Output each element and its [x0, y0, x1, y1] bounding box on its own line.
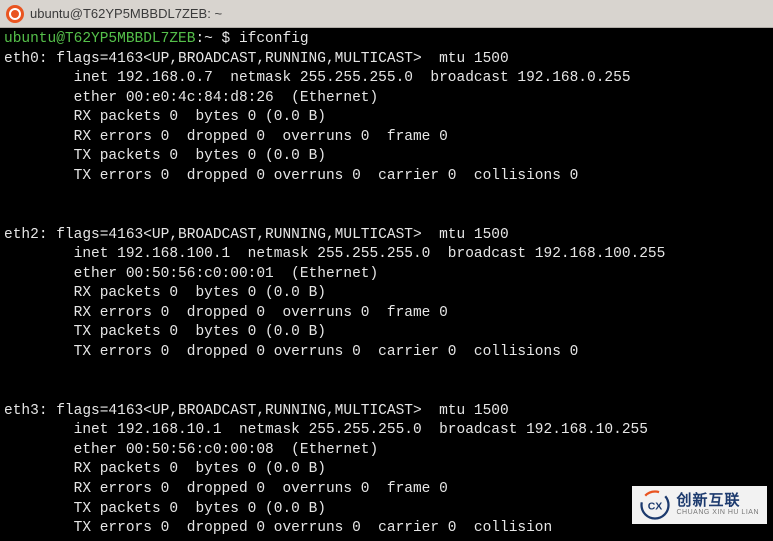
window-title: ubuntu@T62YP5MBBDL7ZEB: ~: [30, 6, 222, 21]
iface-tx-errors: TX errors 0 dropped 0 overruns 0 carrier…: [74, 168, 579, 184]
iface-rx-packets: RX packets 0 bytes 0 (0.0 B): [74, 109, 326, 125]
iface-rx-errors: RX errors 0 dropped 0 overruns 0 frame 0: [74, 129, 448, 145]
iface-tx-packets: TX packets 0 bytes 0 (0.0 B): [74, 148, 326, 164]
watermark-logo-icon: CX: [640, 490, 670, 520]
iface-rx-errors: RX errors 0 dropped 0 overruns 0 frame 0: [74, 305, 448, 321]
watermark-text-main: 创新互联: [676, 493, 759, 510]
ubuntu-icon: [6, 5, 24, 23]
iface-rx-packets: RX packets 0 bytes 0 (0.0 B): [74, 285, 326, 301]
svg-text:CX: CX: [648, 501, 663, 513]
window-titlebar[interactable]: ubuntu@T62YP5MBBDL7ZEB: ~: [0, 0, 773, 28]
iface-inet: inet 192.168.0.7 netmask 255.255.255.0 b…: [74, 70, 631, 86]
iface-ether: ether 00:e0:4c:84:d8:26 (Ethernet): [74, 90, 379, 106]
prompt-separator: :: [195, 31, 204, 47]
iface-ether: ether 00:50:56:c0:00:01 (Ethernet): [74, 266, 379, 282]
iface-name: eth2: [4, 227, 39, 243]
iface-flags: flags=4163<UP,BROADCAST,RUNNING,MULTICAS…: [56, 51, 508, 67]
iface-tx-errors: TX errors 0 dropped 0 overruns 0 carrier…: [74, 520, 553, 536]
iface-tx-packets: TX packets 0 bytes 0 (0.0 B): [74, 324, 326, 340]
iface-ether: ether 00:50:56:c0:00:08 (Ethernet): [74, 442, 379, 458]
interface-block: eth2: flags=4163<UP,BROADCAST,RUNNING,MU…: [4, 226, 769, 363]
terminal-output[interactable]: ubuntu@T62YP5MBBDL7ZEB:~ $ ifconfig eth0…: [0, 28, 773, 541]
iface-rx-packets: RX packets 0 bytes 0 (0.0 B): [74, 461, 326, 477]
iface-inet: inet 192.168.100.1 netmask 255.255.255.0…: [74, 246, 666, 262]
iface-flags: flags=4163<UP,BROADCAST,RUNNING,MULTICAS…: [56, 403, 508, 419]
prompt-path: ~: [204, 31, 213, 47]
iface-name: eth0: [4, 51, 39, 67]
interface-block: eth0: flags=4163<UP,BROADCAST,RUNNING,MU…: [4, 50, 769, 187]
iface-name: eth3: [4, 403, 39, 419]
command-text: ifconfig: [239, 31, 309, 47]
watermark: CX 创新互联 CHUANG XIN HU LIAN: [632, 486, 767, 524]
prompt-user: ubuntu@T62YP5MBBDL7ZEB: [4, 31, 195, 47]
iface-inet: inet 192.168.10.1 netmask 255.255.255.0 …: [74, 422, 648, 438]
prompt-symbol: $: [222, 31, 231, 47]
iface-rx-errors: RX errors 0 dropped 0 overruns 0 frame 0: [74, 481, 448, 497]
watermark-text-sub: CHUANG XIN HU LIAN: [676, 509, 759, 517]
iface-tx-packets: TX packets 0 bytes 0 (0.0 B): [74, 501, 326, 517]
iface-flags: flags=4163<UP,BROADCAST,RUNNING,MULTICAS…: [56, 227, 508, 243]
iface-tx-errors: TX errors 0 dropped 0 overruns 0 carrier…: [74, 344, 579, 360]
